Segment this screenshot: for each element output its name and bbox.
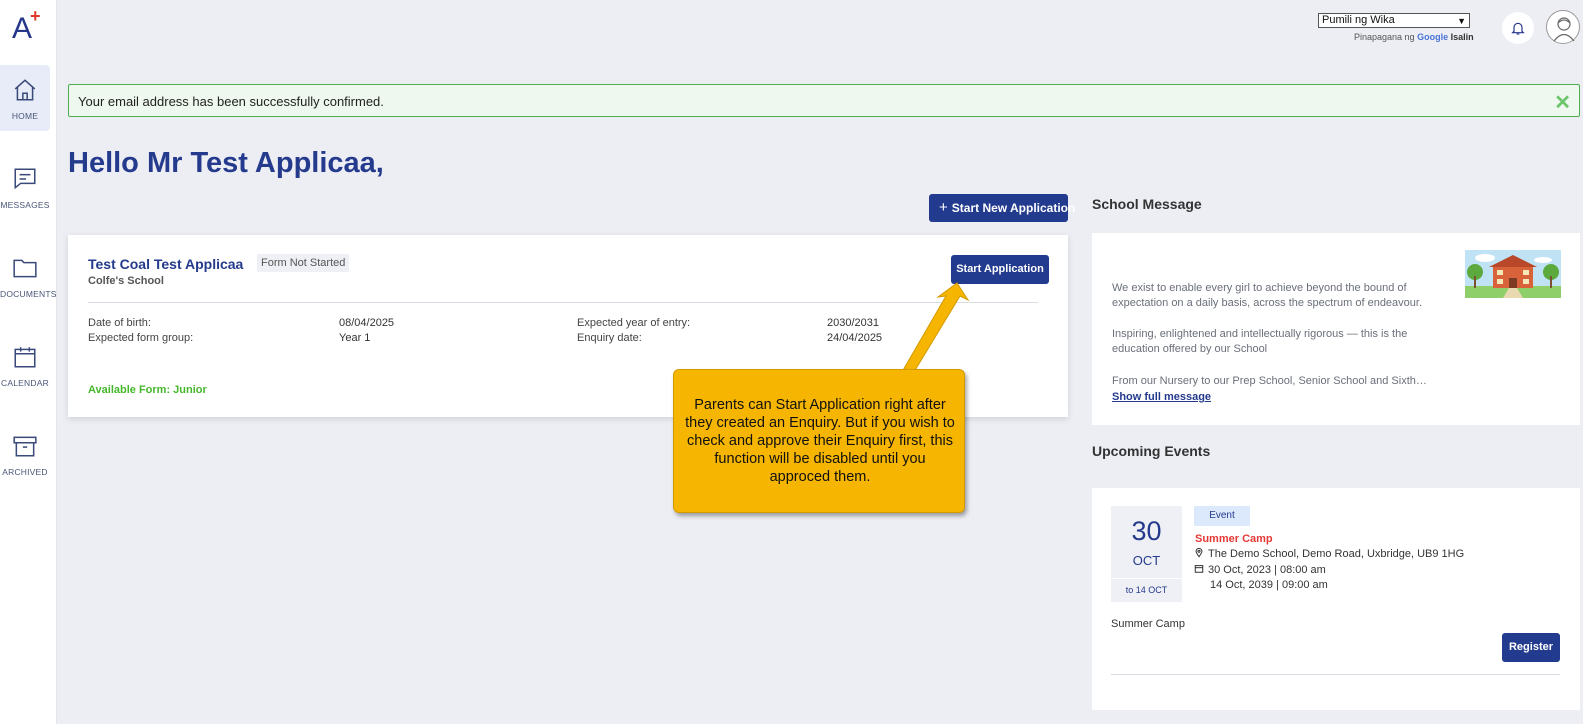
event-card: 30 OCT to 14 OCT Event Summer Camp The D…: [1092, 488, 1580, 710]
event-location: The Demo School, Demo Road, Uxbridge, UB…: [1194, 547, 1464, 560]
plus-icon: +: [939, 199, 948, 216]
sidebar-item-home[interactable]: HOME: [0, 65, 50, 131]
dob-value: 08/04/2025: [339, 317, 395, 329]
message-paragraph: Inspiring, enlightened and intellectuall…: [1112, 328, 1408, 355]
school-message-title: School Message: [1092, 196, 1202, 212]
user-avatar[interactable]: [1546, 10, 1580, 44]
available-form: Available Form: Junior: [88, 384, 207, 396]
translate-link[interactable]: Isalin: [1451, 32, 1474, 42]
logo-plus: +: [30, 6, 41, 26]
sidebar: A + HOME MESSAGES DOCUMENTS CALENDAR ARC…: [0, 0, 57, 724]
message-paragraph: From our Nursery to our Prep School, Sen…: [1112, 375, 1427, 387]
annotation-callout: Parents can Start Application right afte…: [673, 369, 965, 513]
event-date-box: 30 OCT to 14 OCT: [1111, 506, 1182, 602]
sidebar-item-messages[interactable]: MESSAGES: [0, 154, 50, 220]
status-badge: Form Not Started: [257, 254, 350, 272]
callout-text: Parents can Start Application right afte…: [685, 397, 955, 485]
event-location-text: The Demo School, Demo Road, Uxbridge, UB…: [1208, 548, 1465, 560]
school-message-card: We exist to enable every girl to achieve…: [1092, 233, 1580, 425]
sidebar-item-calendar[interactable]: CALENDAR: [0, 332, 50, 398]
sidebar-item-archived[interactable]: ARCHIVED: [0, 421, 50, 487]
button-label: Start New Application: [951, 201, 1076, 215]
form-group-value: Year 1: [339, 332, 371, 344]
location-pin-icon: [1195, 547, 1203, 558]
event-month: OCT: [1132, 553, 1161, 568]
event-title[interactable]: Summer Camp: [1195, 533, 1273, 545]
event-end: 14 Oct, 2039 | 09:00 am: [1210, 579, 1328, 591]
language-select-value: Pumili ng Wika: [1322, 14, 1395, 26]
user-icon: [1553, 17, 1575, 42]
folder-icon: [13, 259, 37, 278]
powered-by-text: Pinapagana ng: [1354, 32, 1415, 42]
entry-year-label: Expected year of entry:: [577, 317, 691, 329]
calendar-icon: [1194, 565, 1204, 573]
sidebar-item-label: MESSAGES: [0, 200, 50, 210]
event-start-text: 30 Oct, 2023 | 08:00 am: [1208, 564, 1326, 576]
enquiry-date-value: 24/04/2025: [827, 332, 883, 344]
start-new-application-button[interactable]: + Start New Application: [929, 194, 1075, 222]
dob-label: Date of birth:: [88, 317, 151, 329]
divider: [1111, 674, 1560, 675]
show-full-message-link[interactable]: Show full message: [1112, 391, 1211, 403]
enquiry-date-label: Enquiry date:: [577, 332, 642, 344]
event-type-badge: Event: [1194, 506, 1250, 526]
bell-icon: [1511, 22, 1525, 35]
language-select[interactable]: Pumili ng Wika ▼: [1318, 13, 1470, 28]
google-translate-credit: Pinapagana ng Google Isalin: [1354, 32, 1474, 42]
start-application-button[interactable]: Start Application: [951, 255, 1049, 284]
app-logo[interactable]: A +: [12, 6, 46, 45]
event-start: 30 Oct, 2023 | 08:00 am: [1194, 563, 1326, 576]
divider: [1111, 578, 1182, 579]
event-end-date: to 14 OCT: [1125, 585, 1168, 595]
entry-year-value: 2030/2031: [827, 317, 879, 329]
form-group-label: Expected form group:: [88, 332, 194, 344]
message-icon: [14, 168, 36, 190]
register-button[interactable]: Register: [1502, 633, 1560, 662]
alert-message: Your email address has been successfully…: [78, 94, 384, 109]
divider: [88, 302, 1038, 303]
home-icon: [14, 79, 36, 101]
message-paragraph: We exist to enable every girl to achieve…: [1112, 282, 1423, 309]
logo-letter: A: [12, 12, 33, 45]
page-title: Hello Mr Test Applicaa,: [68, 147, 384, 179]
upcoming-events-title: Upcoming Events: [1092, 443, 1211, 459]
event-day: 30: [1131, 516, 1162, 546]
sidebar-item-label: HOME: [11, 111, 39, 121]
sidebar-item-label: ARCHIVED: [2, 467, 48, 477]
sidebar-item-label: CALENDAR: [1, 378, 49, 388]
school-name: Colfe's School: [88, 275, 164, 287]
google-logo-text: Google: [1417, 32, 1449, 42]
event-description: Summer Camp: [1111, 618, 1185, 630]
success-alert: Your email address has been successfully…: [68, 84, 1580, 117]
school-image: [1465, 250, 1561, 298]
notifications-button[interactable]: [1502, 12, 1534, 44]
chevron-down-icon: ▼: [1457, 16, 1466, 26]
calendar-icon: [14, 347, 36, 368]
archive-icon: [13, 436, 37, 457]
sidebar-item-label: DOCUMENTS: [0, 289, 57, 299]
close-icon[interactable]: ✕: [1554, 90, 1571, 115]
sidebar-item-documents[interactable]: DOCUMENTS: [0, 243, 57, 309]
applicant-name[interactable]: Test Coal Test Applicaa: [88, 256, 243, 272]
